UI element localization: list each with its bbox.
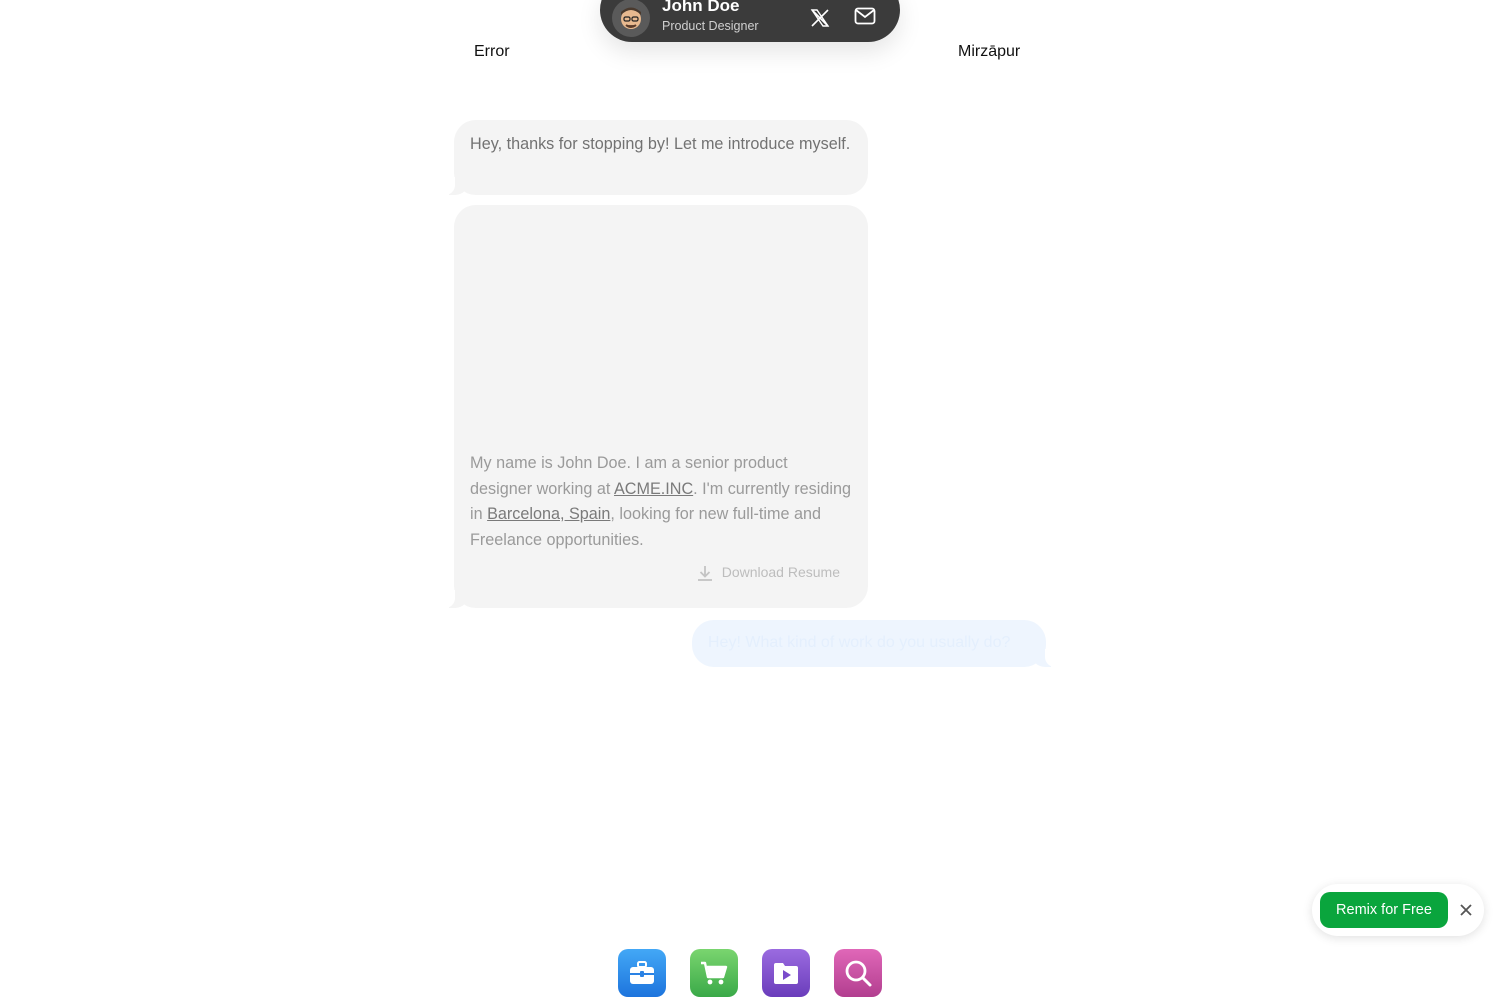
company-link[interactable]: ACME.INC	[614, 480, 693, 498]
shopping-cart-icon	[701, 961, 728, 985]
memoji-avatar-icon	[621, 7, 641, 29]
chat-bubble-greeting: Hey, thanks for stopping by! Let me intr…	[441, 120, 868, 195]
error-label: Error	[474, 43, 510, 60]
download-icon	[697, 566, 712, 582]
location-label: Mirzāpur	[958, 43, 1021, 60]
user-question-text: Hey! What kind of work do you usually do…	[708, 634, 1011, 651]
profile-role: Product Designer	[662, 19, 759, 34]
profile-name: John Doe	[662, 0, 740, 16]
remix-for-free-button[interactable]: Remix for Free	[1320, 892, 1448, 928]
play-folder-icon	[774, 963, 798, 984]
avatar	[612, 0, 650, 37]
close-icon[interactable]	[1456, 900, 1476, 920]
profile-text: John Doe Product Designer	[662, 0, 759, 34]
remix-popup: Remix for Free	[1312, 884, 1484, 936]
profile-header: John Doe Product Designer	[600, 0, 900, 42]
city-link[interactable]: Barcelona, Spain	[487, 505, 610, 523]
download-resume-button[interactable]: Download Resume	[696, 560, 840, 586]
briefcase-icon	[630, 961, 654, 984]
dock-briefcase-icon[interactable]	[618, 949, 666, 997]
intro-text: My name is John Doe. I am a senior produ…	[470, 454, 851, 549]
mail-icon[interactable]	[853, 4, 877, 28]
search-icon	[845, 960, 872, 987]
greeting-text: Hey, thanks for stopping by! Let me intr…	[470, 135, 851, 153]
x-twitter-icon[interactable]	[808, 6, 832, 30]
dock-play-folder-icon[interactable]	[762, 949, 810, 997]
page: John Doe Product Designer Error Mirzāpur…	[0, 0, 1500, 1000]
chat-bubble-user-question: Hey! What kind of work do you usually do…	[692, 620, 1059, 667]
dock-shopping-cart-icon[interactable]	[690, 949, 738, 997]
download-label: Download Resume	[721, 564, 840, 581]
dock-search-icon[interactable]	[834, 949, 882, 997]
chat-bubble-intro: My name is John Doe. I am a senior produ…	[441, 205, 868, 608]
